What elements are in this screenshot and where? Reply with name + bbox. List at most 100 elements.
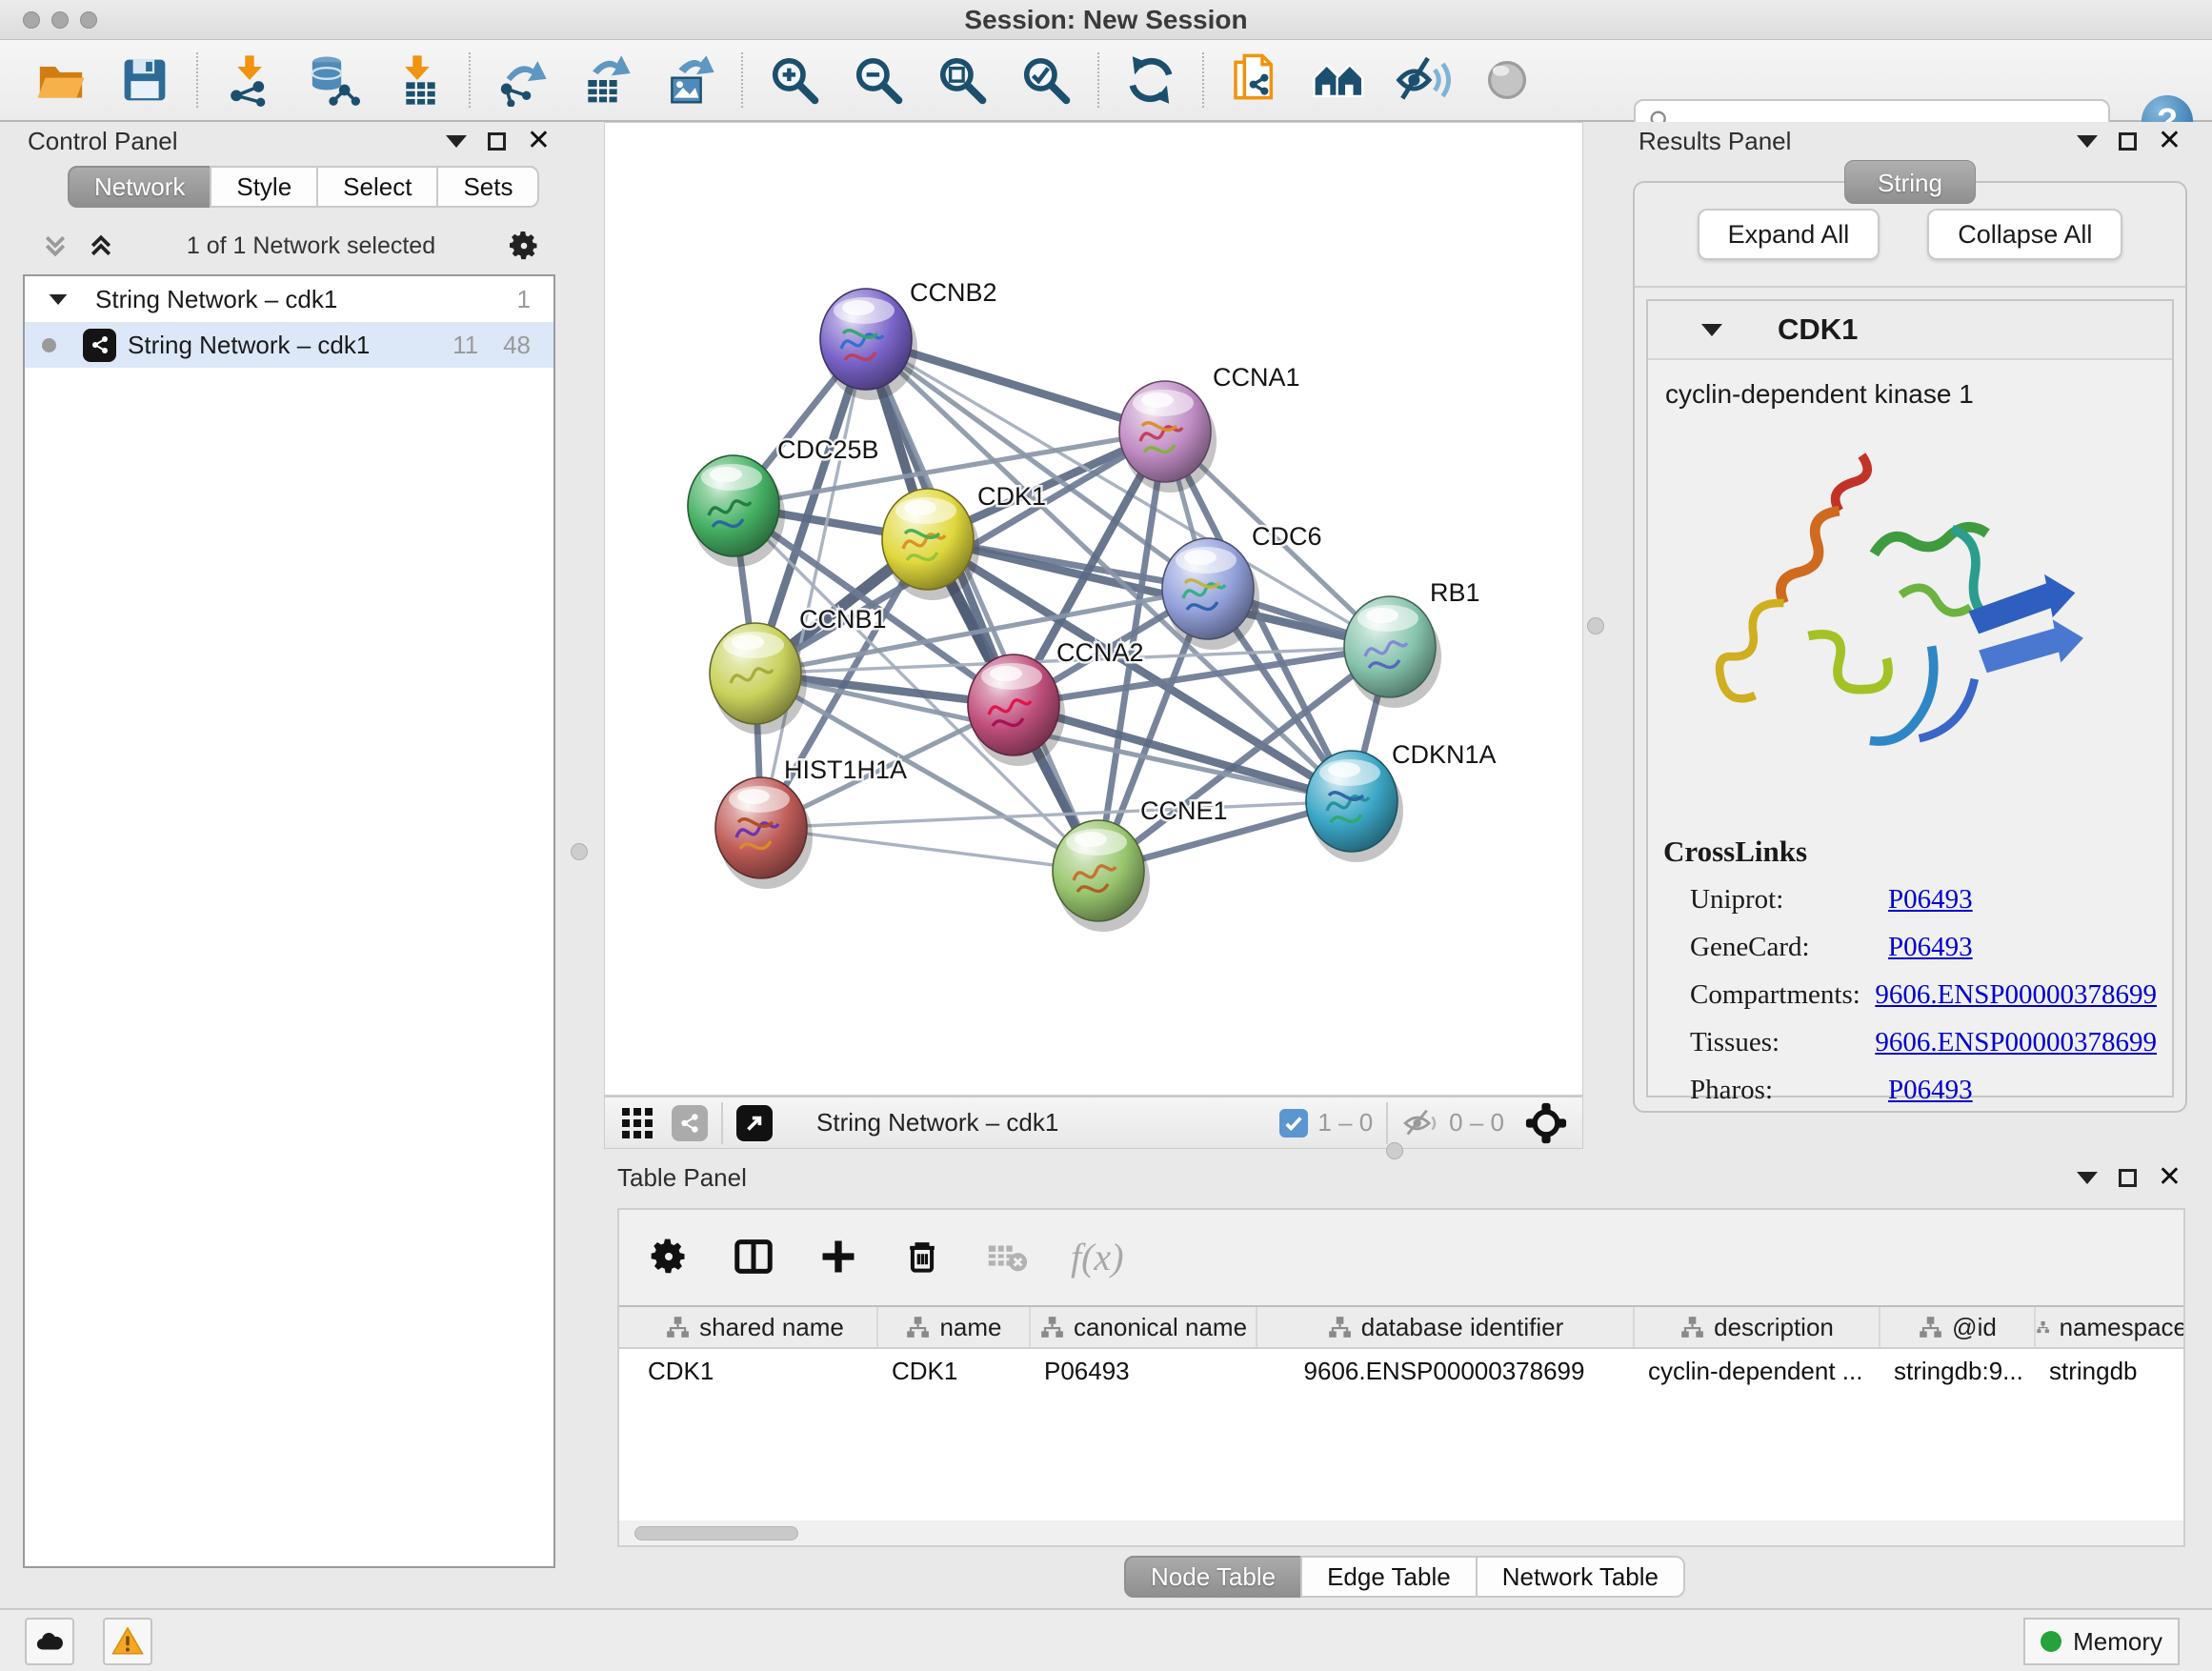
crosslink-uniprot-link[interactable]: P06493 (1888, 884, 1973, 916)
zoom-fit-button[interactable] (920, 44, 1004, 116)
node-label-CCNE1: CCNE1 (1140, 796, 1228, 825)
collection-expand-icon[interactable] (50, 293, 68, 304)
node-label-CCNA2: CCNA2 (1056, 638, 1144, 667)
left-splitter-handle[interactable] (571, 843, 588, 860)
export-table-button[interactable] (564, 44, 648, 116)
import-network-from-database-button[interactable] (292, 44, 375, 116)
function-builder-button: f(x) (1071, 1235, 1124, 1279)
add-column-icon[interactable] (817, 1236, 859, 1278)
column-header--id[interactable]: @id (1879, 1307, 2034, 1347)
close-panel-icon[interactable]: ✕ (2158, 1163, 2182, 1192)
tab-string-results[interactable]: String (1844, 160, 1976, 204)
network-canvas[interactable]: CCNB2CCNA1CDC25BCDK1CDC6RB1CCNB1CCNA2CDK… (605, 123, 1582, 1095)
column-header-name[interactable]: name (876, 1307, 1029, 1347)
control-panel-title: Control Panel (28, 127, 178, 156)
tab-select[interactable]: Select (316, 166, 438, 208)
column-header-description[interactable]: description (1633, 1307, 1879, 1347)
show-hidden-button[interactable] (1465, 44, 1549, 116)
column-header-shared-name[interactable]: shared name (633, 1307, 876, 1347)
float-panel-icon[interactable] (2119, 132, 2137, 151)
column-header-canonical-name[interactable]: canonical name (1029, 1307, 1256, 1347)
expand-all-button[interactable]: Expand All (1698, 209, 1880, 260)
network-collection-row[interactable]: String Network – cdk1 1 (25, 276, 553, 322)
open-in-window-button[interactable] (736, 1105, 773, 1141)
cloud-status-button[interactable] (25, 1618, 74, 1665)
node-label-HIST1H1A: HIST1H1A (784, 755, 907, 784)
table-panel-title: Table Panel (617, 1163, 747, 1193)
control-panel-tabs: Network Style Select Sets (68, 166, 539, 208)
bottom-splitter-handle[interactable] (1386, 1142, 1403, 1159)
memory-button[interactable]: Memory (2023, 1618, 2180, 1665)
float-panel-icon[interactable] (488, 132, 506, 151)
zoom-selected-button[interactable] (1004, 44, 1088, 116)
zoom-in-icon (769, 54, 820, 106)
network-node-CDKN1A[interactable] (1306, 751, 1403, 862)
tab-edge-table[interactable]: Edge Table (1300, 1556, 1478, 1598)
crosslink-tissues-link[interactable]: 9606.ENSP00000378699 (1875, 1027, 2157, 1058)
scrollbar-thumb[interactable] (634, 1526, 798, 1540)
tab-network-table[interactable]: Network Table (1476, 1556, 1685, 1598)
refresh-view-button[interactable] (1109, 44, 1193, 116)
tab-style[interactable]: Style (210, 166, 318, 208)
tab-network[interactable]: Network (68, 166, 211, 208)
string-share-button[interactable] (672, 1105, 708, 1141)
delete-column-icon[interactable] (901, 1236, 943, 1278)
gene-collapse-icon[interactable] (1701, 324, 1722, 336)
export-image-button[interactable] (648, 44, 732, 116)
table-row[interactable]: CDK1CDK1P064939606.ENSP00000378699cyclin… (619, 1349, 2183, 1393)
control-panel: Control Panel ✕ Network Style Select Set… (14, 122, 564, 1587)
export-network-button[interactable] (480, 44, 564, 116)
expand-all-icon[interactable] (87, 232, 115, 260)
tab-sets[interactable]: Sets (436, 166, 539, 208)
column-header-database-identifier[interactable]: database identifier (1256, 1307, 1633, 1347)
close-panel-icon[interactable]: ✕ (527, 127, 551, 155)
network-view-title: String Network – cdk1 (816, 1108, 1058, 1137)
crosslink-compartments-link[interactable]: 9606.ENSP00000378699 (1875, 979, 2157, 1011)
save-floppy-icon (119, 54, 171, 106)
right-splitter-handle[interactable] (1587, 617, 1604, 634)
table-header-row: shared namenamecanonical namedatabase id… (619, 1305, 2183, 1349)
crosslink-genecard-link[interactable]: P06493 (1888, 932, 1973, 963)
save-session-button[interactable] (103, 44, 187, 116)
network-node-CDC25B[interactable] (688, 455, 785, 567)
network-node-CCNE1[interactable] (1053, 820, 1150, 932)
crosslink-pharos-link[interactable]: P06493 (1888, 1075, 1973, 1106)
node-label-CCNA1: CCNA1 (1213, 363, 1300, 392)
birdseye-grid-button[interactable] (620, 1106, 654, 1140)
warnings-button[interactable] (103, 1618, 152, 1665)
show-all-nodes-button[interactable] (1297, 44, 1381, 116)
tab-node-table[interactable]: Node Table (1124, 1556, 1302, 1598)
network-node-HIST1H1A[interactable] (715, 777, 813, 889)
zoom-in-button[interactable] (753, 44, 836, 116)
panel-menu-icon[interactable] (2077, 1172, 2098, 1184)
import-network-icon (223, 53, 276, 107)
network-row[interactable]: String Network – cdk1 11 48 (25, 322, 553, 368)
eye-slash-icon (1396, 52, 1451, 108)
collapse-all-icon[interactable] (41, 232, 70, 260)
network-from-document-button[interactable] (1214, 44, 1297, 116)
hidden-eye-icon (1401, 1107, 1439, 1139)
network-options-gear-icon[interactable] (507, 229, 541, 263)
table-options-gear-icon[interactable] (648, 1236, 690, 1278)
gene-section-header[interactable]: CDK1 (1648, 301, 2172, 360)
collapse-all-button[interactable]: Collapse All (1927, 209, 2122, 260)
panel-menu-icon[interactable] (2077, 135, 2098, 148)
pan-crosshair-button[interactable] (1525, 1102, 1567, 1144)
import-table-button[interactable] (375, 44, 459, 116)
network-node-CDK1[interactable] (882, 489, 979, 600)
show-columns-icon[interactable] (732, 1235, 775, 1278)
delete-table-icon (985, 1235, 1029, 1278)
toolbar-separator (196, 52, 198, 108)
network-node-RB1[interactable] (1344, 596, 1441, 708)
hide-selected-button[interactable] (1381, 44, 1465, 116)
network-node-CCNA1[interactable] (1119, 381, 1217, 493)
import-network-button[interactable] (208, 44, 292, 116)
zoom-out-button[interactable] (836, 44, 920, 116)
open-session-button[interactable] (19, 44, 103, 116)
panel-menu-icon[interactable] (446, 135, 467, 148)
close-panel-icon[interactable]: ✕ (2158, 127, 2182, 155)
float-panel-icon[interactable] (2119, 1169, 2137, 1187)
network-node-CCNA2[interactable] (968, 654, 1065, 766)
column-header-namespace[interactable]: namespace (2034, 1307, 2183, 1347)
selected-checkbox[interactable] (1279, 1109, 1308, 1137)
